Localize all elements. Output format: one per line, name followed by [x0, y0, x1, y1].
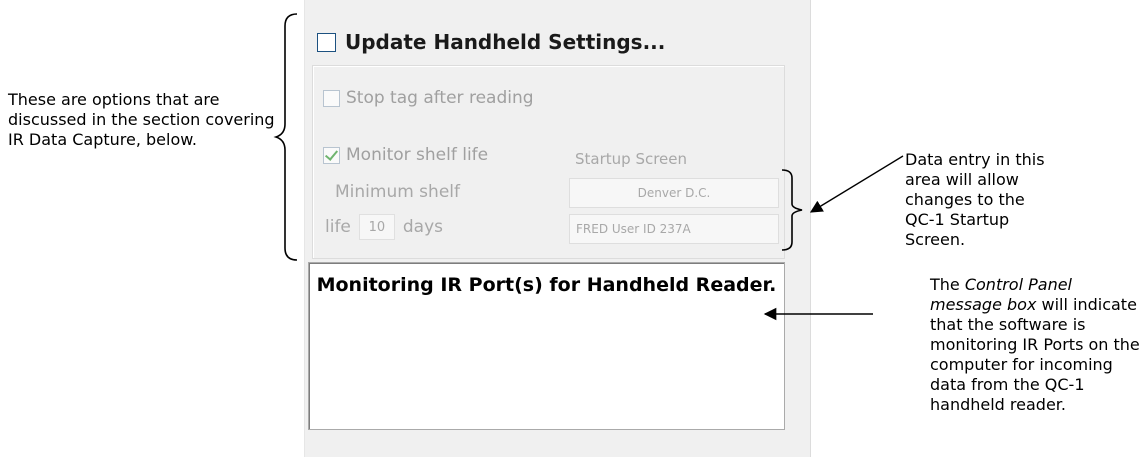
handheld-settings-panel: Update Handheld Settings... Stop tag aft… [304, 0, 811, 457]
startup-arrow [809, 155, 904, 213]
left-brace [273, 13, 298, 261]
control-panel-message-box: Monitoring IR Port(s) for Handheld Reade… [308, 262, 785, 430]
monitor-shelf-life-label: Monitor shelf life [346, 145, 489, 165]
right-brace [781, 169, 803, 251]
handheld-options-group: Stop tag after reading Monitor shelf lif… [312, 65, 785, 259]
update-handheld-settings-label: Update Handheld Settings... [345, 30, 666, 54]
stop-tag-checkbox[interactable] [323, 89, 340, 107]
startup-screen-annotation: Data entry in this area will allow chang… [905, 150, 1045, 249]
life-label: life [325, 217, 351, 237]
startup-screen-line1-input[interactable]: Denver D.C. [569, 178, 779, 208]
shelf-life-row: life 10 days [325, 214, 443, 240]
annotation-text: The [930, 275, 965, 294]
left-annotation: These are options that are discussed in … [8, 90, 275, 149]
startup-screen-label: Startup Screen [575, 150, 688, 168]
stop-tag-option[interactable]: Stop tag after reading [323, 88, 534, 108]
message-box-annotation: The Control Panel message box will indic… [930, 275, 1140, 415]
stop-tag-label: Stop tag after reading [346, 88, 534, 108]
monitor-shelf-life-checkbox[interactable] [323, 146, 340, 164]
days-label: days [402, 217, 444, 237]
update-handheld-settings-checkbox[interactable] [317, 32, 336, 52]
startup-screen-line2-input[interactable]: FRED User ID 237A [569, 214, 779, 244]
shelf-life-days-input[interactable]: 10 [358, 214, 395, 240]
update-handheld-settings-row[interactable]: Update Handheld Settings... [317, 30, 665, 54]
minimum-shelf-label: Minimum shelf [335, 182, 460, 202]
message-text: Monitoring IR Port(s) for Handheld Reade… [316, 274, 777, 296]
monitor-shelf-life-option[interactable]: Monitor shelf life [323, 145, 488, 165]
